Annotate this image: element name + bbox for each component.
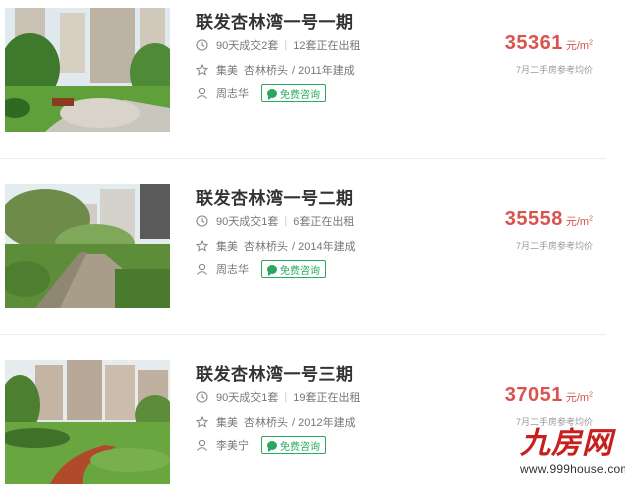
listing-photo[interactable] (5, 360, 170, 484)
free-consult-button[interactable]: 免费咨询 (261, 84, 326, 102)
price-value: 37051 (504, 384, 563, 406)
deals-row: 90天成交2套 | 12套正在出租 (196, 37, 360, 53)
avg-price-note: 7月二手房参考均价 (515, 241, 593, 251)
star-icon (196, 240, 208, 252)
price: 35361 元/m2 (505, 32, 593, 55)
listing-divider (0, 158, 606, 159)
user-icon (197, 87, 207, 99)
clock-icon (196, 39, 208, 51)
price-unit: 元/m2 (565, 391, 593, 404)
district: 集美 (216, 241, 238, 253)
listing-title[interactable]: 联发杏林湾一号一期 (196, 8, 354, 33)
built-year: / 2012年建成 (292, 417, 356, 429)
location-row: 集美 杏林桥头 / 2011年建成 (196, 62, 355, 78)
built-year: / 2014年建成 (292, 241, 356, 253)
chat-bubble-icon (267, 88, 277, 100)
deals-count: 90天成交1套 (216, 392, 279, 404)
free-consult-button[interactable]: 免费咨询 (261, 260, 326, 278)
district: 集美 (216, 65, 238, 77)
area: 杏林桥头 (244, 65, 288, 77)
deals-count: 90天成交1套 (216, 216, 279, 228)
consult-label: 免费咨询 (280, 265, 320, 277)
price: 35558 元/m2 (505, 208, 593, 231)
listing-card[interactable]: 联发杏林湾一号二期 90天成交1套 | 6套正在出租 集美 杏林桥头 / 201… (0, 176, 625, 335)
site-logo: 九房网 (520, 426, 613, 461)
chat-bubble-icon (267, 264, 277, 276)
renting-count: 19套正在出租 (293, 392, 361, 404)
price-value: 35361 (504, 32, 563, 54)
price-unit: 元/m2 (565, 215, 593, 228)
user-icon (197, 439, 207, 451)
divider: | (284, 39, 288, 51)
listing-photo[interactable] (5, 184, 170, 308)
area: 杏林桥头 (244, 417, 288, 429)
clock-icon (196, 215, 208, 227)
user-icon (197, 263, 207, 275)
agent-name: 周志华 (216, 264, 249, 276)
divider: | (284, 215, 288, 227)
avg-price-note: 7月二手房参考均价 (515, 65, 593, 75)
built-year: / 2011年建成 (292, 65, 355, 77)
site-url: www.999house.com (520, 462, 625, 476)
chat-bubble-icon (267, 440, 277, 452)
agent-name: 周志华 (216, 88, 249, 100)
agent-row: 李美宁 免费咨询 (196, 436, 326, 454)
location-row: 集美 杏林桥头 / 2012年建成 (196, 414, 356, 430)
consult-label: 免费咨询 (280, 89, 320, 101)
location-row: 集美 杏林桥头 / 2014年建成 (196, 238, 356, 254)
star-icon (196, 64, 208, 76)
price-value: 35558 (504, 208, 563, 230)
listing-card[interactable]: 联发杏林湾一号一期 90天成交2套 | 12套正在出租 集美 杏林桥头 / 20… (0, 0, 625, 159)
deals-row: 90天成交1套 | 6套正在出租 (196, 213, 354, 229)
listing-photo[interactable] (5, 8, 170, 132)
star-icon (196, 416, 208, 428)
agent-name: 李美宁 (216, 440, 249, 452)
clock-icon (196, 391, 208, 403)
agent-row: 周志华 免费咨询 (196, 84, 326, 102)
consult-label: 免费咨询 (280, 441, 320, 453)
agent-row: 周志华 免费咨询 (196, 260, 326, 278)
deals-count: 90天成交2套 (216, 40, 279, 52)
listing-title[interactable]: 联发杏林湾一号二期 (196, 184, 354, 209)
renting-count: 12套正在出租 (293, 40, 361, 52)
price-unit: 元/m2 (565, 39, 593, 52)
site-watermark: 九房网 www.999house.com (520, 426, 625, 480)
listing-divider (0, 334, 606, 335)
listing-title[interactable]: 联发杏林湾一号三期 (196, 360, 354, 385)
area: 杏林桥头 (244, 241, 288, 253)
renting-count: 6套正在出租 (293, 216, 355, 228)
divider: | (284, 391, 288, 403)
free-consult-button[interactable]: 免费咨询 (261, 436, 326, 454)
deals-row: 90天成交1套 | 19套正在出租 (196, 389, 360, 405)
price: 37051 元/m2 (505, 384, 593, 407)
district: 集美 (216, 417, 238, 429)
